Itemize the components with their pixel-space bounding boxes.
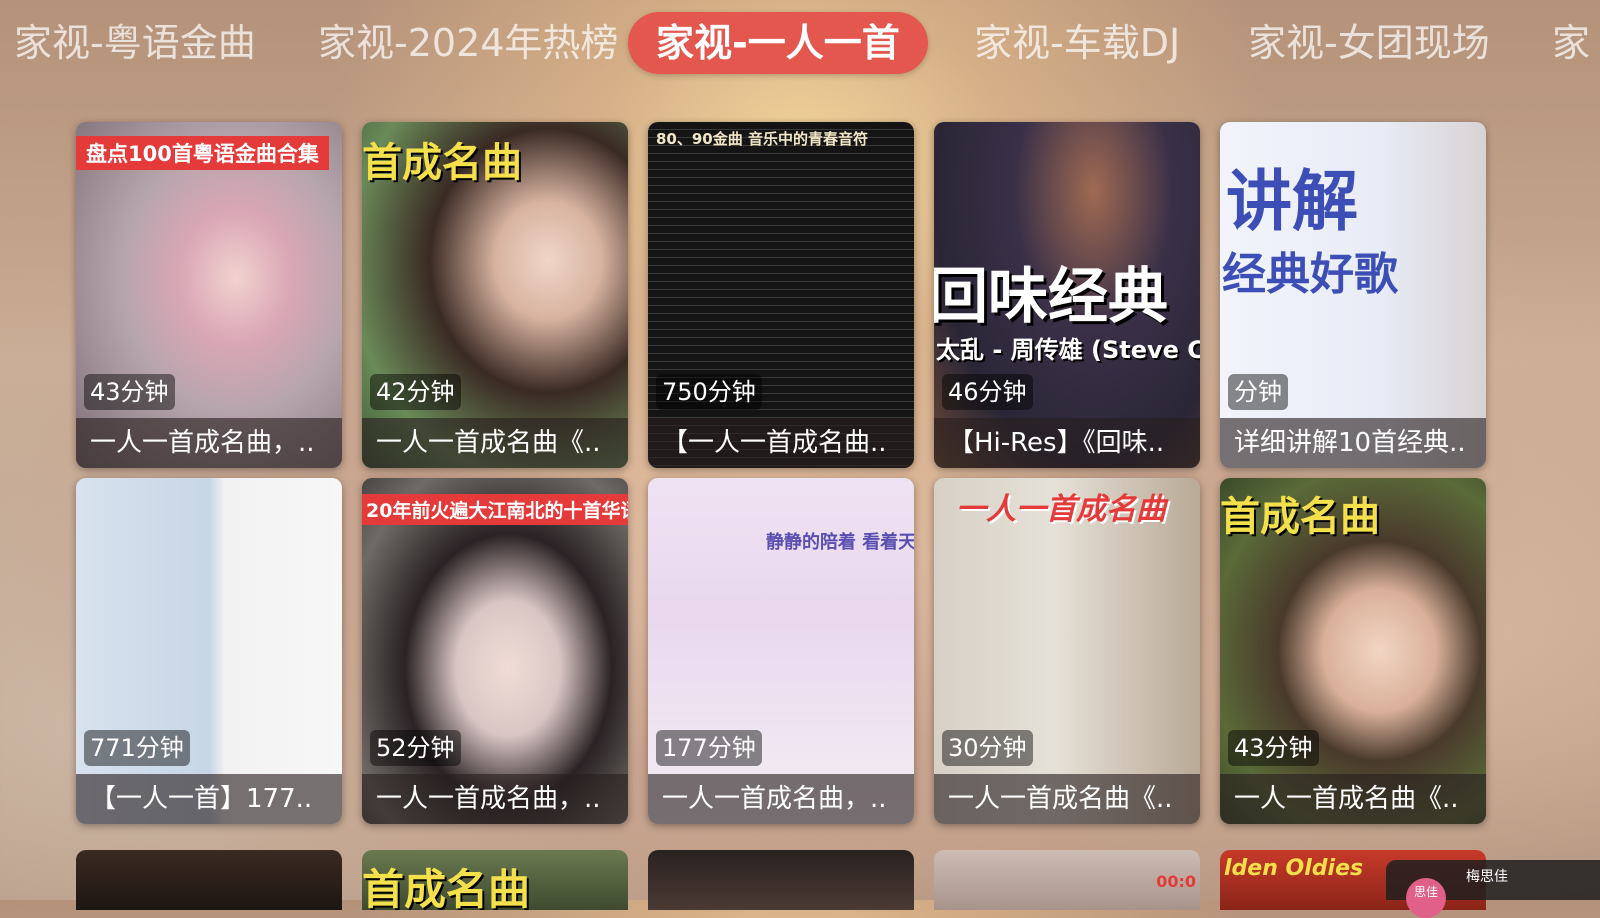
video-title: 【Hi-Res】《回味..: [934, 418, 1200, 468]
video-title: 【一人一首成名曲..: [648, 418, 914, 468]
thumbnail-caption: 回味经典: [934, 262, 1168, 332]
video-title: 一人一首成名曲《..: [1220, 774, 1486, 824]
thumbnail-caption: 静静的陪着 看着天: [766, 532, 914, 553]
video-card[interactable]: 80、90金曲 音乐中的青春音符 750分钟 【一人一首成名曲..: [648, 122, 914, 468]
thumbnail-caption: 一人一首成名曲: [956, 492, 1166, 527]
video-title: 一人一首成名曲《..: [934, 774, 1200, 824]
video-thumbnail: [934, 478, 1200, 824]
video-title: 详细讲解10首经典..: [1220, 418, 1486, 468]
thumbnail-caption: 首成名曲: [1220, 494, 1380, 540]
duration-badge: 43分钟: [1228, 730, 1319, 766]
video-title: 一人一首成名曲，..: [648, 774, 914, 824]
video-title: 一人一首成名曲，..: [76, 418, 342, 468]
thumbnail-caption: 首成名曲: [362, 140, 522, 186]
thumbnail-subcaption: 太乱 - 周传雄 (Steve C: [936, 336, 1200, 364]
user-avatar: 思佳: [1406, 878, 1446, 918]
thumbnail-caption: 20年前火遍大江南北的十首华语: [362, 494, 628, 525]
video-thumbnail: [76, 122, 342, 468]
thumbnail-caption: lden Oldies: [1224, 856, 1364, 881]
duration-badge: 46分钟: [942, 374, 1033, 410]
video-card[interactable]: 静静的陪着 看着天 177分钟 一人一首成名曲，..: [648, 478, 914, 824]
video-title: 【一人一首】177..: [76, 774, 342, 824]
tab-2024-hot-chart[interactable]: 家视-2024年热榜: [318, 12, 618, 74]
video-card-partial[interactable]: 00:0: [934, 850, 1200, 910]
thumbnail-caption: 00:0: [1156, 872, 1196, 891]
tab-overflow[interactable]: 家: [1552, 12, 1590, 74]
duration-badge: 750分钟: [656, 374, 762, 410]
category-tab-bar: 家视-粤语金曲 家视-2024年热榜 家视-一人一首 家视-车载DJ 家视-女团…: [0, 0, 1600, 88]
video-thumbnail: [648, 122, 914, 468]
video-title: 一人一首成名曲《..: [362, 418, 628, 468]
video-card[interactable]: 回味经典 太乱 - 周传雄 (Steve C 46分钟 【Hi-Res】《回味.…: [934, 122, 1200, 468]
video-card[interactable]: 一人一首成名曲 30分钟 一人一首成名曲《..: [934, 478, 1200, 824]
video-card[interactable]: 讲解 经典好歌 分钟 详细讲解10首经典..: [1220, 122, 1486, 468]
thumbnail-caption: 80、90金曲 音乐中的青春音符: [656, 130, 868, 148]
video-card-partial[interactable]: [76, 850, 342, 910]
thumbnail-subcaption: 经典好歌: [1222, 249, 1398, 300]
thumbnail-caption: 讲解: [1226, 163, 1358, 240]
duration-badge: 43分钟: [84, 374, 175, 410]
duration-badge: 771分钟: [84, 730, 190, 766]
thumbnail-caption: 盘点100首粤语金曲合集: [76, 136, 329, 170]
user-chip[interactable]: 思佳 梅思佳: [1386, 860, 1600, 918]
video-title: 一人一首成名曲，..: [362, 774, 628, 824]
video-card[interactable]: 20年前火遍大江南北的十首华语 52分钟 一人一首成名曲，..: [362, 478, 628, 824]
tab-car-dj[interactable]: 家视-车载DJ: [974, 12, 1180, 74]
video-thumbnail: [362, 478, 628, 824]
duration-badge: 52分钟: [370, 730, 461, 766]
video-card-partial[interactable]: 首成名曲: [362, 850, 628, 910]
thumbnail-caption: 首成名曲: [362, 865, 531, 910]
duration-badge: 177分钟: [656, 730, 762, 766]
tab-cantonese-hits[interactable]: 家视-粤语金曲: [14, 12, 256, 74]
duration-badge: 42分钟: [370, 374, 461, 410]
tab-one-person-one-song[interactable]: 家视-一人一首: [628, 12, 928, 74]
tab-girl-group-live[interactable]: 家视-女团现场: [1248, 12, 1490, 74]
video-card[interactable]: 首成名曲 43分钟 一人一首成名曲《..: [1220, 478, 1486, 824]
video-thumbnail: [76, 478, 342, 824]
user-name: 梅思佳: [1466, 869, 1508, 885]
duration-badge: 30分钟: [942, 730, 1033, 766]
video-card-partial[interactable]: [648, 850, 914, 910]
duration-badge: 分钟: [1228, 374, 1288, 410]
video-card[interactable]: 首成名曲 42分钟 一人一首成名曲《..: [362, 122, 628, 468]
video-card[interactable]: 盘点100首粤语金曲合集 43分钟 一人一首成名曲，..: [76, 122, 342, 468]
video-card[interactable]: 771分钟 【一人一首】177..: [76, 478, 342, 824]
